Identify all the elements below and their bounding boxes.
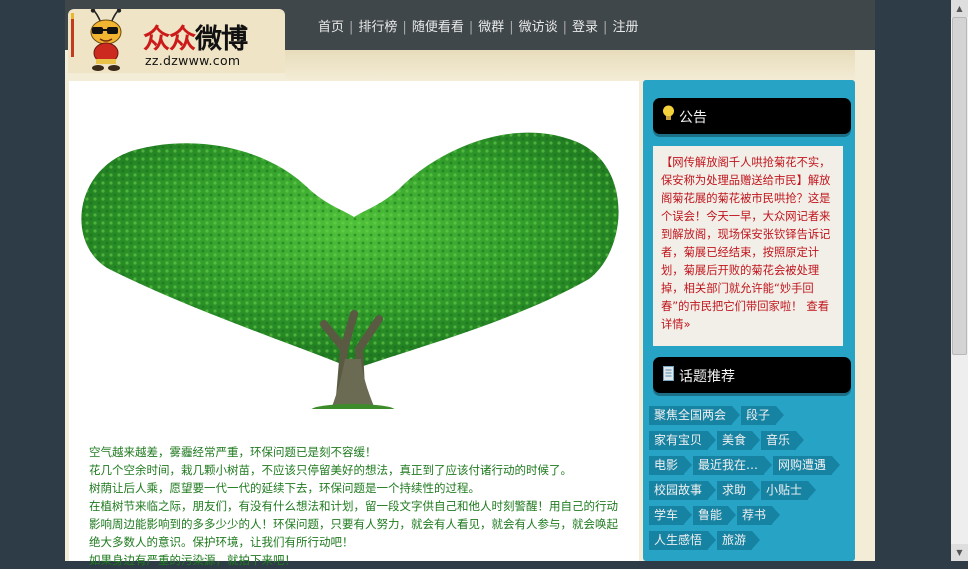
topic-tag[interactable]: 网购遭遇: [773, 456, 841, 475]
notice-title: 公告: [679, 110, 707, 126]
main-nav: 首页 | 排行榜 | 随便看看 | 微群 | 微访谈 | 登录 | 注册: [318, 16, 638, 36]
notice-body-text: 【网传解放阁千人哄抢菊花不实，保安称为处理品赠送给市民】解放阁菊花展的菊花被市民…: [661, 156, 831, 313]
tag-row: 校园故事 求助 小贴士: [649, 479, 854, 504]
nav-item[interactable]: 注册: [612, 16, 638, 35]
scroll-thumb[interactable]: [952, 17, 967, 355]
notice-body: 【网传解放阁千人哄抢菊花不实，保安称为处理品赠送给市民】解放阁菊花展的菊花被市民…: [661, 154, 836, 334]
topic-tag[interactable]: 鲁能: [693, 506, 737, 525]
topic-tag[interactable]: 求助: [717, 481, 761, 500]
nav-separator: |: [562, 20, 568, 35]
nav-separator: |: [349, 20, 354, 35]
lightbulb-icon: [663, 105, 674, 120]
main-content: 空气越来越差，雾霾经常严重，环保问题已是刻不容缓！ 花几个空余时间，栽几颗小树苗，…: [69, 81, 639, 567]
topic-tag[interactable]: 小贴士: [761, 481, 817, 500]
scroll-down-arrow-icon[interactable]: ▼: [951, 544, 968, 561]
site-logo[interactable]: 众众微博 zz.dzwww.com: [68, 9, 285, 73]
article-paragraph: 如果身边有严重的污染源，就拍下来吧！: [89, 553, 296, 567]
tag-row: 家有宝贝 美食 音乐: [649, 429, 854, 454]
tag-row: 聚焦全国两会 段子: [649, 404, 854, 429]
nav-item[interactable]: 排行榜: [358, 16, 397, 35]
nav-separator: |: [468, 20, 474, 35]
topic-tag[interactable]: 最近我在…: [693, 456, 773, 475]
tag-row: 学车 鲁能 荐书: [649, 504, 854, 529]
scroll-up-arrow-icon[interactable]: ▲: [951, 0, 968, 17]
nav-item[interactable]: 随便看看: [412, 16, 464, 35]
nav-item[interactable]: 微访谈: [519, 16, 558, 35]
ant-mascot-icon: [71, 9, 122, 71]
article-paragraph: 花几个空余时间，栽几颗小树苗，不应该只停留美好的想法，真正到了应该付诸行动的时候…: [89, 463, 572, 477]
article-paragraph: 空气越来越差，雾霾经常严重，环保问题已是刻不容缓！: [89, 445, 377, 459]
topic-tag[interactable]: 家有宝贝: [649, 431, 717, 450]
topic-tag[interactable]: 校园故事: [649, 481, 717, 500]
page: 首页 | 排行榜 | 随便看看 | 微群 | 微访谈 | 登录 | 注册 众众微博 zz.dzwww.c…: [65, 0, 875, 567]
topic-tag[interactable]: 旅游: [717, 531, 761, 550]
article-paragraph: 在植树节来临之际，朋友们，有没有什么想法和计划，留一段文字供自己和他人时刻警醒！…: [89, 499, 618, 549]
topic-tags: 聚焦全国两会 段子 家有宝贝 美食 音乐 电影 最近我在… 网购遭遇 校园故事 求助 小贴士 学车 鲁能…: [649, 404, 854, 554]
tag-row: 人生感悟 旅游: [649, 529, 854, 554]
book-icon: [663, 366, 674, 381]
nav-separator: |: [509, 20, 514, 35]
logo-url: zz.dzwww.com: [145, 53, 241, 68]
topic-tag[interactable]: 聚焦全国两会: [649, 406, 741, 425]
topic-tag[interactable]: 学车: [649, 506, 693, 525]
topics-header: 话题推荐: [653, 357, 851, 393]
logo-wordmark: 众众微博: [143, 17, 248, 56]
logo-wordmark-red: 众众: [143, 24, 196, 55]
topics-title: 话题推荐: [679, 369, 735, 385]
topic-tag[interactable]: 美食: [717, 431, 761, 450]
notice-header: 公告: [653, 98, 851, 134]
nav-item[interactable]: 首页: [318, 16, 344, 35]
logo-wordmark-black: 微博: [195, 24, 248, 55]
sidebar: 公告 【网传解放阁千人哄抢菊花不实，保安称为处理品赠送给市民】解放阁菊花展的菊花…: [643, 80, 855, 561]
header-decoration: [285, 50, 855, 81]
nav-separator: |: [402, 20, 407, 35]
heart-tree-image: [81, 132, 619, 409]
nav-separator: |: [603, 20, 608, 35]
topic-tag[interactable]: 人生感悟: [649, 531, 717, 550]
page-scrollbar[interactable]: ▲ ▼: [951, 0, 968, 561]
notice-box: 【网传解放阁千人哄抢菊花不实，保安称为处理品赠送给市民】解放阁菊花展的菊花被市民…: [653, 146, 843, 346]
topic-tag[interactable]: 音乐: [761, 431, 805, 450]
tag-row: 电影 最近我在… 网购遭遇: [649, 454, 854, 479]
nav-item[interactable]: 微群: [478, 16, 504, 35]
article-text: 空气越来越差，雾霾经常严重，环保问题已是刻不容缓！ 花几个空余时间，栽几颗小树苗，…: [89, 443, 629, 569]
article-paragraph: 树荫让后人乘，愿望要一代一代的延续下去，环保问题是一个持续性的过程。: [89, 481, 480, 495]
topic-tag[interactable]: 荐书: [737, 506, 781, 525]
nav-item[interactable]: 登录: [572, 16, 598, 35]
topic-tag[interactable]: 段子: [741, 406, 785, 425]
topic-tag[interactable]: 电影: [649, 456, 693, 475]
